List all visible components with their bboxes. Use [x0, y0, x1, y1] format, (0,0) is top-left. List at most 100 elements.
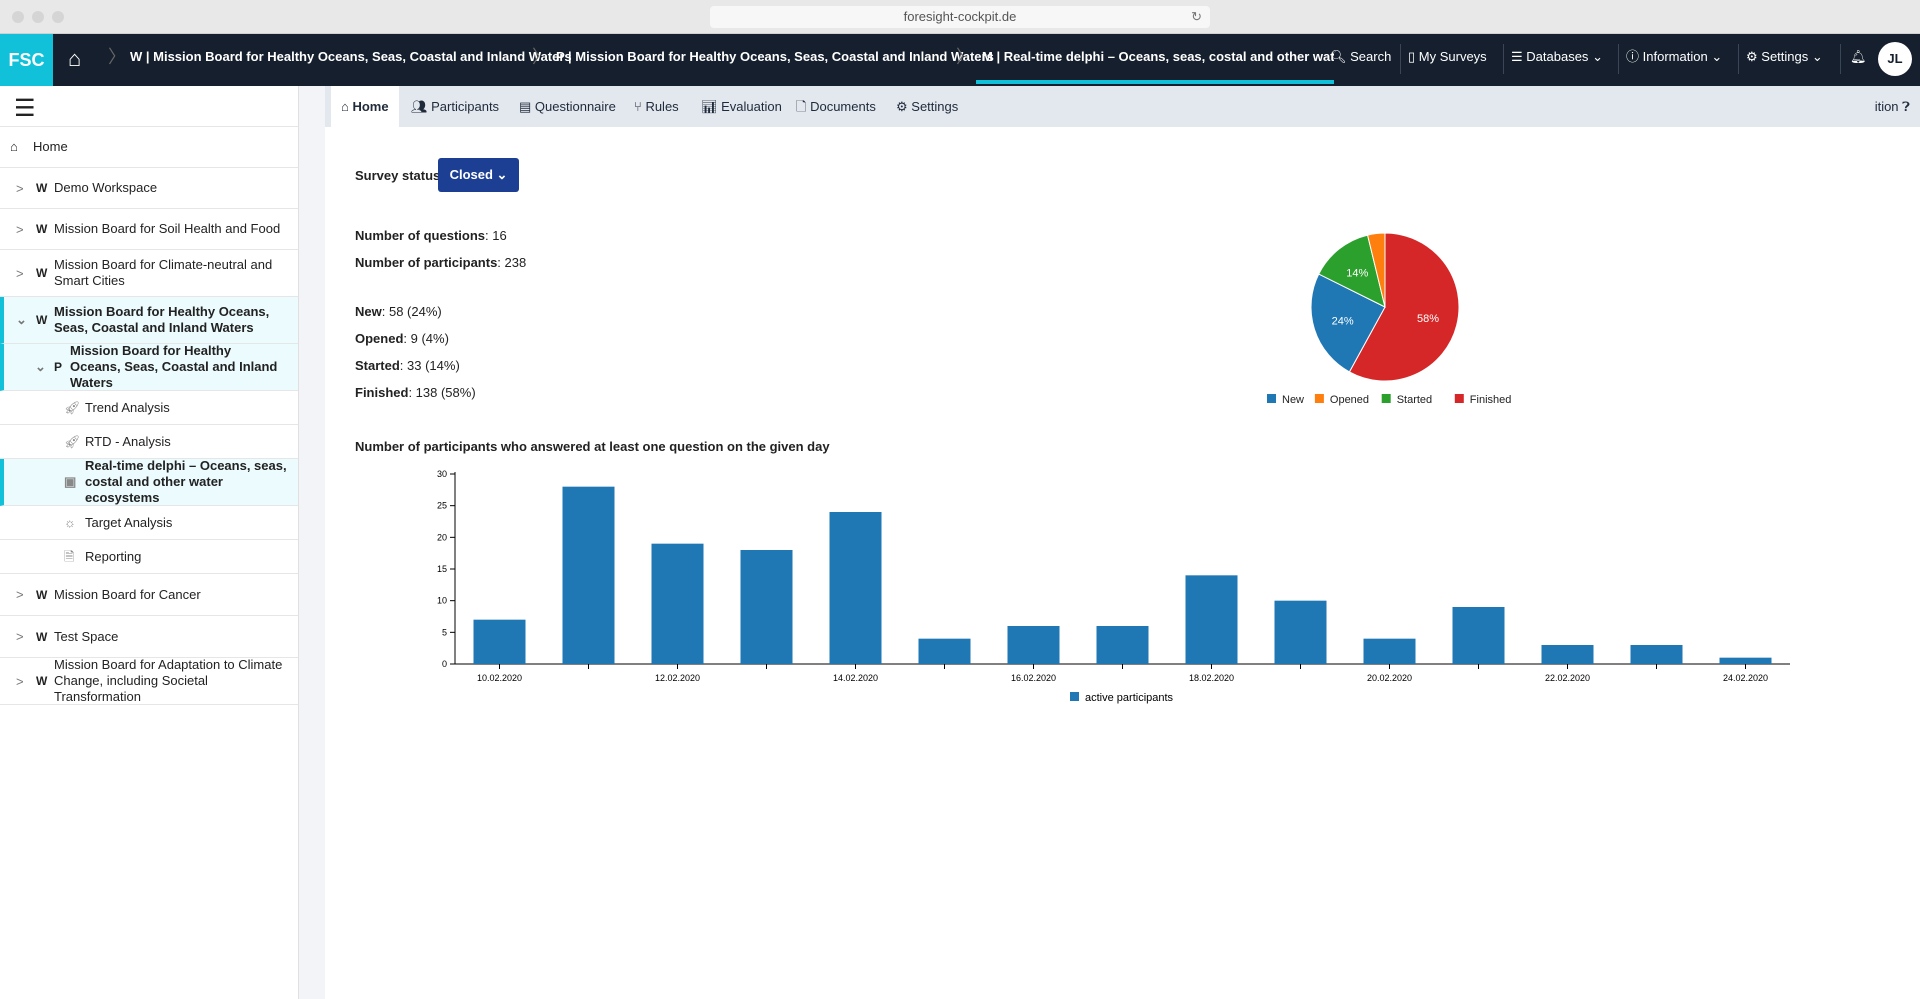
bell-icon[interactable]: 🔔︎ [1850, 34, 1867, 80]
branch-icon: ⑂ [634, 99, 642, 114]
x-tick-label: 12.02.2020 [655, 673, 700, 683]
sidebar-item-label: Home [33, 139, 68, 154]
sidebar-item-label: Real-time delphi – Oceans, seas, costal … [85, 458, 287, 505]
tab-home[interactable]: ⌂ Home [331, 86, 399, 127]
sidebar-item[interactable]: > W Mission Board for Climate-neutral and … [0, 250, 298, 297]
sidebar-item-label: Mission Board for Adaptation to Climate … [54, 657, 283, 704]
sidebar-item[interactable]: 🚀︎ Trend Analysis [0, 391, 298, 425]
gear-icon: ⚙ [1746, 49, 1758, 64]
chevron-right-icon[interactable]: > [16, 181, 24, 196]
sidebar-item[interactable]: 🚀︎ RTD - Analysis [0, 425, 298, 459]
status-pie-chart: 58% 24% 14% New Opened Started Finished [1267, 232, 1512, 406]
window-minimize-dot[interactable] [32, 11, 44, 23]
bar [1096, 626, 1149, 664]
legend-label: Started [1397, 394, 1432, 406]
x-tick-label: 10.02.2020 [477, 673, 522, 683]
tab-label: Participants [431, 99, 500, 114]
top-navbar: FSC ⌂ 〉 W | Mission Board for Healthy Oc… [0, 34, 1920, 86]
sidebar-item[interactable]: ☼ Target Analysis [0, 506, 298, 540]
chevron-down-icon[interactable]: ⌄ [16, 312, 27, 328]
sidebar-item[interactable]: 🗎 Reporting [0, 540, 298, 574]
sidebar-item[interactable]: > W Mission Board for Cancer [0, 574, 298, 616]
sidebar-item[interactable]: ▣ Real-time delphi – Oceans, seas, costal… [0, 458, 298, 506]
y-tick-label: 5 [442, 627, 447, 637]
home-icon[interactable]: ⌂ [68, 46, 81, 72]
address-bar[interactable]: foresight-cockpit.de ↻ [710, 6, 1210, 28]
avatar[interactable]: JL [1878, 42, 1912, 76]
chart-icon: 📊︎ [701, 99, 718, 114]
logo[interactable]: FSC [0, 34, 53, 86]
legend-label: Opened [1330, 394, 1369, 406]
y-tick-label: 30 [437, 469, 447, 479]
participants-count: Number of participants: 238 [355, 255, 527, 270]
new-count: New: 58 (24%) [355, 304, 442, 319]
search-button[interactable]: 🔍︎ Search [1330, 34, 1391, 80]
bar [1274, 600, 1327, 664]
information-dropdown[interactable]: ⓘ Information ⌄ [1626, 34, 1722, 80]
x-tick-label: 18.02.2020 [1189, 673, 1234, 683]
window-maximize-dot[interactable] [52, 11, 64, 23]
sidebar-item-label: Mission Board for Healthy Oceans, Seas, … [54, 304, 270, 335]
questions-count: Number of questions: 16 [355, 228, 507, 243]
sidebar-gutter [299, 86, 325, 999]
item-type-badge: W [36, 629, 48, 644]
legend-swatch [1454, 394, 1464, 403]
databases-dropdown[interactable]: ☰ Databases ⌄ [1511, 34, 1603, 80]
information-label: Information [1642, 49, 1708, 64]
tab-bar: ⌂ Home 👥︎ Participants ▤ Questionnaire ⑂… [325, 86, 1920, 127]
bar [651, 543, 704, 664]
sidebar-item[interactable]: ⌄ W Mission Board for Healthy Oceans, Seas… [0, 297, 298, 344]
legend-swatch [1267, 394, 1276, 403]
tab-documents[interactable]: 🗋 Documents [796, 86, 876, 127]
breadcrumb-project[interactable]: P | Mission Board for Healthy Oceans, Se… [556, 34, 994, 80]
chevron-down-icon[interactable]: ⌄ [35, 359, 46, 375]
clipboard-icon: ▯ [1408, 49, 1416, 64]
breadcrumb-workspace[interactable]: W | Mission Board for Healthy Oceans, Se… [130, 34, 572, 80]
breadcrumb-separator: 〉 [956, 47, 974, 67]
sidebar-item[interactable]: > W Test Space [0, 616, 298, 658]
tab-evaluation[interactable]: 📊︎ Evaluation [701, 86, 782, 127]
sidebar-item-home[interactable]: ⌂ Home [0, 127, 298, 168]
sidebar-item[interactable]: ⌄ P Mission Board for Healthy Oceans, Seas… [0, 343, 298, 391]
y-tick-label: 15 [437, 564, 447, 574]
sidebar-item[interactable]: > W Demo Workspace [0, 168, 298, 209]
chevron-right-icon[interactable]: > [16, 674, 24, 689]
report-icon: 🗎 [64, 548, 75, 564]
chevron-right-icon[interactable]: > [16, 587, 24, 602]
list-icon: ▤ [519, 99, 532, 114]
x-tick-label: 14.02.2020 [833, 673, 878, 683]
tab-label: Rules [645, 99, 679, 114]
pie-label: 58% [1417, 313, 1439, 325]
rocket-icon: 🚀︎ [64, 399, 81, 415]
reload-icon[interactable]: ↻ [1191, 6, 1202, 28]
sidebar-item-label: Demo Workspace [54, 180, 158, 195]
chevron-down-icon: ⌄ [1711, 49, 1723, 64]
help-link[interactable]: ition ❓︎ [1875, 86, 1910, 127]
chevron-right-icon[interactable]: > [16, 222, 24, 237]
tab-questionnaire[interactable]: ▤ Questionnaire [519, 86, 616, 127]
legend-label: Finished [1470, 394, 1512, 406]
item-type-badge: W [36, 674, 48, 688]
legend-label: New [1282, 394, 1304, 406]
sidebar-item-label: Test Space [54, 628, 119, 644]
my-surveys-button[interactable]: ▯ My Surveys [1408, 34, 1487, 80]
hamburger-menu-icon[interactable]: ☰ [0, 86, 298, 127]
tab-settings[interactable]: ⚙ Settings [896, 86, 958, 127]
tab-participants[interactable]: 👥︎ Participants [411, 86, 499, 127]
sidebar-item[interactable]: > W Mission Board for Adaptation to Climat… [0, 657, 298, 705]
chevron-right-icon[interactable]: > [16, 266, 24, 281]
legend-swatch [1314, 394, 1324, 403]
bar [1452, 607, 1505, 664]
window-close-dot[interactable] [12, 11, 24, 23]
sidebar-item[interactable]: > W Mission Board for Soil Health and Food [0, 209, 298, 250]
tab-rules[interactable]: ⑂ Rules [634, 86, 679, 127]
sidebar-item-label: Target Analysis [85, 514, 173, 530]
settings-dropdown[interactable]: ⚙ Settings ⌄ [1746, 34, 1823, 80]
opened-count: Opened: 9 (4%) [355, 331, 449, 346]
bar [1363, 638, 1416, 664]
sidebar-item-label: Trend Analysis [85, 399, 170, 415]
finished-count: Finished: 138 (58%) [355, 385, 476, 400]
chevron-right-icon[interactable]: > [16, 629, 24, 644]
survey-status-dropdown[interactable]: Closed ⌄ [438, 158, 519, 192]
breadcrumb-module[interactable]: M | Real-time delphi – Oceans, seas, cos… [976, 34, 1334, 84]
